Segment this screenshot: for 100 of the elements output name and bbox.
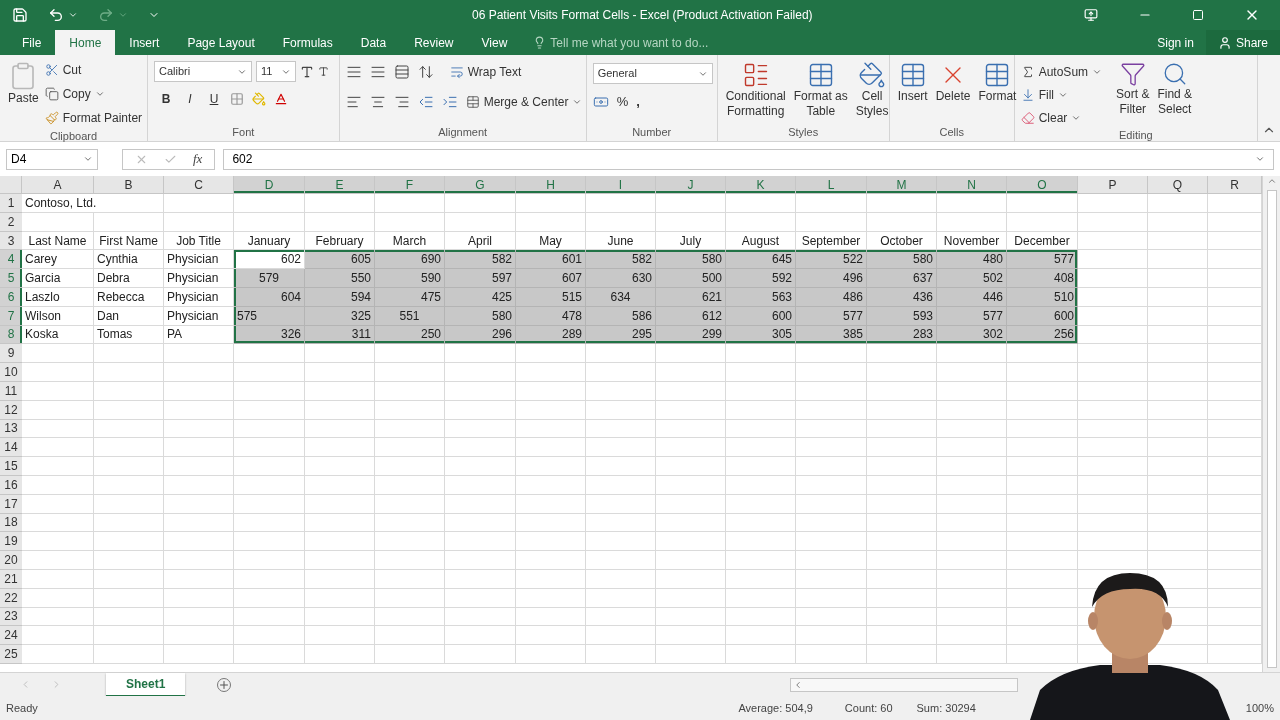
cut-button[interactable]: Cut — [44, 59, 143, 81]
table-cell: 580 — [656, 250, 726, 270]
row-header[interactable]: 1 — [0, 194, 22, 213]
column-header[interactable]: A — [22, 176, 94, 193]
restore-icon[interactable] — [1192, 9, 1204, 21]
cells-button[interactable]: Delete — [933, 59, 973, 104]
row-header[interactable]: 19 — [0, 532, 22, 552]
ribbon-tab[interactable]: Page Layout — [173, 30, 269, 55]
zoom-level[interactable]: 100% — [1245, 699, 1274, 717]
tell-me-field[interactable]: Tell me what you want to do... — [533, 30, 751, 55]
editing-button[interactable]: Sort & Filter — [1114, 59, 1152, 117]
row-header[interactable]: 10 — [0, 363, 22, 382]
redo-icon[interactable] — [98, 7, 114, 23]
scroll-left-icon[interactable] — [793, 679, 803, 690]
italic-button[interactable]: I — [182, 90, 198, 108]
column-header[interactable]: F — [375, 176, 445, 193]
column-header[interactable]: O — [1007, 176, 1078, 193]
font-size-field[interactable]: 11 — [256, 61, 296, 82]
insert-function-button[interactable]: fx — [193, 149, 203, 169]
scroll-up-icon[interactable] — [1266, 176, 1277, 186]
column-header[interactable]: L — [796, 176, 867, 193]
align-right-icon[interactable] — [393, 94, 410, 110]
row-header[interactable]: 14 — [0, 438, 22, 458]
column-header[interactable]: M — [867, 176, 937, 193]
cells-button[interactable]: Format — [976, 59, 1019, 104]
top-align-icon[interactable] — [345, 64, 362, 80]
grow-font-icon[interactable] — [300, 64, 314, 79]
arrow-down-icon — [1020, 87, 1035, 102]
filter-icon — [1119, 61, 1146, 87]
percent-button[interactable]: % — [616, 92, 629, 112]
fill-button[interactable]: Fill — [1020, 84, 1103, 105]
font-name-field[interactable]: Calibri — [154, 61, 252, 82]
middle-align-icon[interactable] — [369, 64, 386, 80]
decrease-indent-icon[interactable] — [417, 94, 434, 110]
average-text: Average: 504,9 — [738, 700, 813, 716]
borders-icon[interactable] — [230, 92, 244, 106]
vertical-scrollbar[interactable] — [1262, 176, 1280, 672]
column-header[interactable]: Q — [1148, 176, 1208, 193]
styles-button[interactable]: Cell Styles — [853, 59, 891, 119]
cells-button[interactable]: Insert — [895, 59, 930, 104]
horizontal-scrollbar[interactable] — [790, 677, 1018, 692]
caret-icon[interactable] — [68, 10, 78, 20]
column-header[interactable]: D — [234, 176, 305, 193]
wrap-text-button[interactable]: Wrap Text — [449, 63, 522, 81]
ribbon-tab[interactable]: Insert — [115, 30, 174, 55]
row-header[interactable]: 15 — [0, 457, 22, 476]
save-icon[interactable] — [12, 7, 28, 23]
formula-field[interactable]: 602 — [223, 148, 1274, 170]
column-header[interactable]: P — [1078, 176, 1148, 193]
clear-button[interactable]: Clear — [1020, 107, 1103, 128]
fill-color-icon[interactable] — [252, 92, 266, 106]
row-header[interactable]: 5 — [0, 269, 22, 288]
format-painter-button[interactable]: Format Painter — [44, 107, 143, 129]
column-header[interactable]: J — [656, 176, 726, 193]
table-cell: 637 — [867, 269, 937, 288]
ribbon-tab[interactable]: Review — [400, 30, 468, 55]
column-header[interactable]: B — [94, 176, 164, 193]
row-header[interactable]: 9 — [0, 344, 22, 364]
shrink-font-icon[interactable] — [318, 66, 329, 77]
name-box[interactable]: D4 — [6, 148, 98, 170]
column-header[interactable]: I — [586, 176, 656, 193]
column-header[interactable]: H — [516, 176, 586, 193]
align-left-icon[interactable] — [345, 94, 362, 110]
autosum-button[interactable]: AutoSum — [1020, 61, 1103, 82]
bold-button[interactable]: B — [158, 90, 174, 108]
align-center-icon[interactable] — [369, 94, 386, 110]
column-header[interactable]: N — [937, 176, 1007, 193]
underline-button[interactable]: U — [206, 90, 222, 108]
copy-button[interactable]: Copy — [44, 83, 143, 105]
caret-icon — [118, 10, 128, 20]
row-header[interactable]: 20 — [0, 551, 22, 570]
bottom-align-icon[interactable] — [393, 64, 410, 80]
ribbon-tab[interactable]: File — [8, 30, 56, 55]
row-header[interactable]: 24 — [0, 626, 22, 646]
ribbon-tab[interactable]: Data — [346, 30, 401, 55]
ribbon-tab[interactable]: Formulas — [268, 30, 347, 55]
row-header[interactable]: 25 — [0, 645, 22, 664]
share-button[interactable]: Share — [1205, 30, 1280, 55]
row-header[interactable]: 4 — [0, 250, 22, 270]
merge-icon — [465, 95, 480, 109]
number-format-field[interactable]: General — [592, 63, 713, 84]
column-header[interactable]: K — [726, 176, 796, 193]
increase-indent-icon[interactable] — [441, 94, 458, 110]
sheet-tab[interactable]: Sheet1 — [106, 672, 186, 697]
column-header[interactable]: E — [305, 176, 375, 193]
editing-button[interactable]: Find & Select — [1155, 59, 1195, 117]
comma-button[interactable]: , — [636, 92, 640, 112]
ribbon-display-icon[interactable] — [1084, 8, 1098, 22]
table-cell: 592 — [726, 269, 796, 288]
paste-button[interactable]: Paste — [6, 59, 41, 106]
orientation-icon[interactable] — [417, 64, 434, 80]
styles-button[interactable]: Conditional Formatting — [723, 59, 788, 119]
ribbon-tab[interactable]: Home — [55, 30, 116, 55]
sign-in-link[interactable]: Sign in — [1145, 30, 1206, 55]
styles-button[interactable]: Format as Table — [791, 59, 850, 119]
undo-icon[interactable] — [48, 7, 64, 23]
ribbon-tab[interactable]: View — [467, 30, 522, 55]
merge-center-button[interactable]: Merge & Center — [465, 93, 583, 111]
column-header[interactable]: G — [445, 176, 516, 193]
font-color-icon[interactable] — [274, 92, 288, 106]
